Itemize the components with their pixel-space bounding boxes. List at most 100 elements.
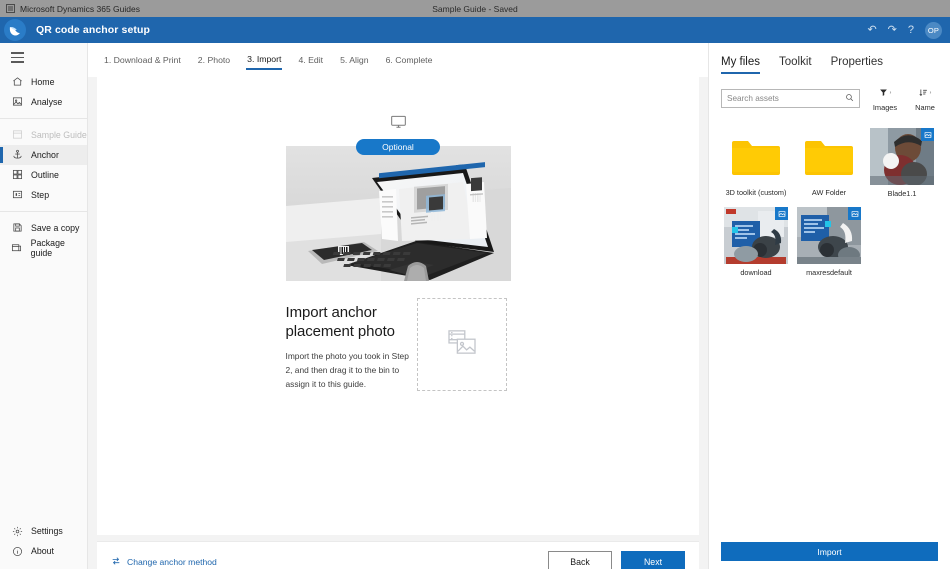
- hero-illustration: [285, 146, 511, 281]
- sidebar-item-label: About: [31, 546, 54, 556]
- undo-arrow-icon[interactable]: ↶: [867, 24, 876, 36]
- search-input[interactable]: [727, 93, 845, 103]
- media-placeholder-icon: [447, 329, 477, 360]
- asset-item-folder[interactable]: AW Folder: [797, 128, 861, 198]
- import-button[interactable]: Import: [721, 542, 938, 561]
- gear-icon: [11, 525, 23, 537]
- step-icon: [11, 189, 23, 201]
- filter-funnel-icon: [879, 84, 888, 102]
- image-badge-icon: [848, 207, 861, 220]
- asset-name-label: Blade1.1: [887, 189, 917, 198]
- asset-item-folder[interactable]: 3D toolkit (custom): [724, 128, 788, 198]
- sidebar-item-label: Settings: [31, 526, 63, 536]
- sidebar-item-label: Save a copy: [31, 222, 80, 233]
- sidebar-bottom-group: Settings About: [0, 521, 87, 561]
- next-button[interactable]: Next: [621, 551, 685, 569]
- package-icon: [11, 242, 23, 254]
- sidebar-item-label: Package guide: [30, 237, 65, 258]
- asset-item-image[interactable]: maxresdefault: [797, 207, 861, 277]
- tab-my-files[interactable]: My files: [721, 56, 760, 74]
- sort-caret-icon: ›: [929, 90, 932, 96]
- wizard-step-2[interactable]: 2. Photo: [197, 52, 231, 69]
- tab-properties[interactable]: Properties: [831, 56, 883, 74]
- back-button[interactable]: Back: [548, 551, 612, 569]
- home-icon: [11, 76, 23, 88]
- folder-icon: [797, 128, 861, 184]
- sidebar-item-label: Anchor: [31, 149, 59, 160]
- sidebar-item-anchor[interactable]: Anchor: [0, 144, 87, 165]
- search-icon: [845, 89, 854, 107]
- left-sidebar: Home Analyse Sample Guide Anchor Outline…: [0, 43, 88, 569]
- filter-images-button[interactable]: › Images: [870, 84, 900, 112]
- main-content: 1. Download & Print 2. Photo 3. Import 4…: [88, 43, 708, 569]
- asset-item-image[interactable]: download: [724, 207, 788, 277]
- sidebar-divider: [0, 210, 87, 212]
- import-instructions-row: Import anchor placement photo Import the…: [286, 298, 511, 391]
- redo-arrow-icon[interactable]: ↷: [888, 24, 897, 36]
- asset-item-image[interactable]: Blade1.1: [870, 128, 934, 198]
- swap-arrows-icon: [111, 556, 121, 568]
- sort-icon: [919, 84, 928, 102]
- sidebar-item-sample-guide: Sample Guide: [0, 125, 87, 145]
- sidebar-item-analyse[interactable]: Analyse: [0, 92, 87, 112]
- sort-label: Name: [915, 103, 935, 112]
- wizard-action-bar: Change anchor method Back Next: [97, 541, 699, 569]
- asset-name-label: 3D toolkit (custom): [725, 188, 787, 197]
- filter-caret-icon: ›: [889, 90, 892, 96]
- wizard-step-4[interactable]: 4. Edit: [297, 52, 324, 69]
- sidebar-item-home[interactable]: Home: [0, 72, 87, 92]
- import-description: Import the photo you took in Step 2, and…: [285, 351, 409, 389]
- image-badge-icon: [775, 207, 788, 220]
- asset-thumbnail: [797, 207, 861, 264]
- header-actions: ↶ ↷ ? OP: [867, 21, 950, 39]
- app-window: Microsoft Dynamics 365 Guides Sample Gui…: [0, 0, 950, 569]
- image-analyse-icon: [11, 96, 23, 108]
- sort-name-button[interactable]: › Name: [910, 84, 940, 112]
- right-panel: My files Toolkit Properties › Images: [708, 43, 950, 569]
- sidebar-item-settings[interactable]: Settings: [0, 521, 87, 541]
- wizard-nav-buttons: Back Next: [548, 551, 685, 569]
- wizard-step-tabs: 1. Download & Print 2. Photo 3. Import 4…: [88, 43, 708, 77]
- import-instructions: Import anchor placement photo Import the…: [286, 303, 411, 391]
- sidebar-item-save-a-copy[interactable]: Save a copy: [0, 218, 87, 238]
- sidebar-item-step[interactable]: Step: [0, 185, 87, 205]
- sidebar-item-package-guide[interactable]: Package guide: [0, 238, 87, 258]
- asset-name-label: maxresdefault: [806, 268, 852, 277]
- tab-toolkit[interactable]: Toolkit: [779, 56, 812, 74]
- search-assets-box[interactable]: [721, 88, 860, 108]
- desktop-monitor-icon: [390, 115, 407, 135]
- asset-thumbnail: [870, 128, 934, 185]
- wizard-step-3[interactable]: 3. Import: [246, 51, 283, 70]
- question-mark-icon[interactable]: ?: [908, 24, 914, 36]
- sidebar-divider: [0, 117, 87, 119]
- optional-badge: Optional: [356, 139, 440, 155]
- filter-label: Images: [872, 103, 898, 112]
- assets-toolbar: › Images › Name: [709, 74, 950, 112]
- wizard-step-5[interactable]: 5. Align: [339, 52, 370, 69]
- sidebar-item-label: Step: [31, 189, 50, 200]
- anchor-icon: [11, 149, 23, 161]
- asset-name-label: download: [740, 268, 772, 277]
- avatar[interactable]: OP: [925, 21, 942, 39]
- sidebar-item-label: Analyse: [31, 96, 63, 107]
- import-button-wrap: Import: [721, 542, 938, 561]
- wizard-step-6[interactable]: 6. Complete: [385, 52, 434, 69]
- wizard-step-1[interactable]: 1. Download & Print: [103, 52, 182, 69]
- dynamics-guides-logo: [4, 19, 26, 41]
- sidebar-item-label: Outline: [31, 169, 59, 180]
- folder-icon: [724, 128, 788, 184]
- sidebar-item-about[interactable]: About: [0, 541, 87, 561]
- page-title: QR code anchor setup: [36, 24, 151, 36]
- sidebar-item-outline[interactable]: Outline: [0, 165, 87, 185]
- image-badge-icon: [921, 128, 934, 141]
- change-anchor-method-link[interactable]: Change anchor method: [111, 556, 217, 568]
- save-copy-icon: [11, 222, 23, 234]
- grid-outline-icon: [11, 169, 23, 181]
- document-title-label: Sample Guide - Saved: [432, 3, 518, 14]
- photo-drop-bin[interactable]: [416, 298, 507, 391]
- app-header: QR code anchor setup ↶ ↷ ? OP: [0, 17, 950, 43]
- hamburger-menu-icon[interactable]: [0, 43, 87, 72]
- sidebar-item-label: Sample Guide: [31, 129, 87, 140]
- guide-icon: [11, 129, 23, 141]
- import-heading: Import anchor placement photo: [285, 304, 396, 341]
